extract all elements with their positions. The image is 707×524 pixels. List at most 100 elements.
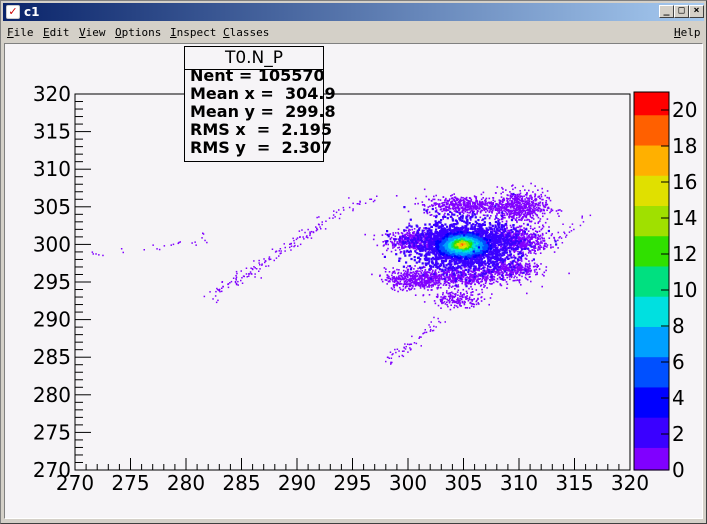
data-point xyxy=(413,288,416,290)
data-point xyxy=(440,276,443,279)
data-point xyxy=(476,268,478,270)
data-point xyxy=(397,228,400,230)
data-point xyxy=(448,207,451,210)
data-point xyxy=(506,212,509,215)
data-point xyxy=(470,278,472,280)
data-point xyxy=(470,219,472,221)
data-point xyxy=(541,273,544,276)
data-point xyxy=(523,215,525,217)
data-point xyxy=(526,265,529,268)
data-point xyxy=(496,278,499,280)
data-point xyxy=(392,277,394,280)
data-point xyxy=(528,189,530,192)
data-point xyxy=(390,287,393,289)
data-point xyxy=(417,267,419,270)
data-point xyxy=(421,201,424,203)
data-point xyxy=(422,284,424,286)
data-point xyxy=(523,203,526,206)
data-point xyxy=(520,284,522,286)
data-point xyxy=(515,264,518,266)
data-point xyxy=(382,241,384,243)
data-point xyxy=(507,201,509,203)
data-point xyxy=(541,212,544,215)
data-point xyxy=(422,294,424,297)
data-point xyxy=(536,240,538,243)
data-point xyxy=(548,197,550,200)
data-point xyxy=(506,254,509,256)
data-point xyxy=(423,287,426,290)
data-point xyxy=(438,284,440,286)
data-point xyxy=(512,197,514,200)
data-point xyxy=(469,227,473,230)
data-point xyxy=(543,209,545,212)
data-point xyxy=(545,266,548,268)
data-point xyxy=(550,208,553,210)
data-point xyxy=(522,232,524,234)
data-point xyxy=(520,234,522,237)
data-point xyxy=(470,200,472,202)
data-point xyxy=(505,222,508,226)
data-point xyxy=(541,237,544,240)
data-point xyxy=(415,272,418,275)
data-point xyxy=(534,193,536,195)
data-point xyxy=(384,233,387,235)
data-point xyxy=(415,261,418,264)
data-point xyxy=(478,278,480,280)
data-point xyxy=(449,294,452,296)
data-point xyxy=(450,279,453,282)
data-point xyxy=(543,206,545,208)
data-point xyxy=(485,211,487,213)
data-point xyxy=(473,306,475,308)
data-point xyxy=(380,278,383,281)
data-point xyxy=(437,271,440,273)
data-point xyxy=(538,235,540,237)
data-point xyxy=(376,244,379,247)
data-point xyxy=(481,291,484,294)
data-point xyxy=(513,250,515,252)
data-point xyxy=(498,271,500,273)
data-point xyxy=(537,189,539,191)
data-point xyxy=(553,251,556,253)
scatter-heatmap-chart[interactable]: 270 275 280 285 290 295 300 305 310 315 3202702752… xyxy=(0,0,707,524)
data-point xyxy=(448,285,451,287)
data-point xyxy=(532,265,535,268)
data-point xyxy=(385,268,387,270)
data-point xyxy=(456,207,458,209)
data-point xyxy=(391,245,394,247)
data-point xyxy=(477,205,479,208)
data-point xyxy=(546,190,549,192)
data-point xyxy=(467,299,470,302)
data-point xyxy=(517,263,520,266)
data-point xyxy=(535,198,538,201)
data-point xyxy=(409,236,412,238)
data-point xyxy=(449,308,452,311)
data-point xyxy=(428,198,430,201)
data-point xyxy=(546,218,549,220)
data-point xyxy=(523,208,525,210)
data-point xyxy=(505,221,508,223)
data-point xyxy=(408,287,410,290)
data-point xyxy=(506,271,508,274)
data-point xyxy=(534,230,537,232)
data-point xyxy=(482,203,484,205)
data-point xyxy=(506,269,509,272)
data-point xyxy=(448,198,451,200)
data-point xyxy=(398,275,400,277)
data-point xyxy=(453,296,455,299)
data-point xyxy=(491,270,494,273)
data-point xyxy=(550,234,553,237)
data-point xyxy=(541,198,543,201)
data-point xyxy=(395,277,397,280)
data-point xyxy=(500,208,503,211)
data-point xyxy=(534,196,536,198)
data-point xyxy=(390,250,393,253)
data-point xyxy=(423,271,425,274)
data-point xyxy=(530,212,532,215)
data-point xyxy=(518,281,521,284)
data-point xyxy=(532,191,534,193)
data-point xyxy=(456,306,459,309)
data-point xyxy=(393,284,396,287)
data-point xyxy=(446,281,448,283)
data-point xyxy=(444,269,447,272)
data-point xyxy=(400,232,403,234)
